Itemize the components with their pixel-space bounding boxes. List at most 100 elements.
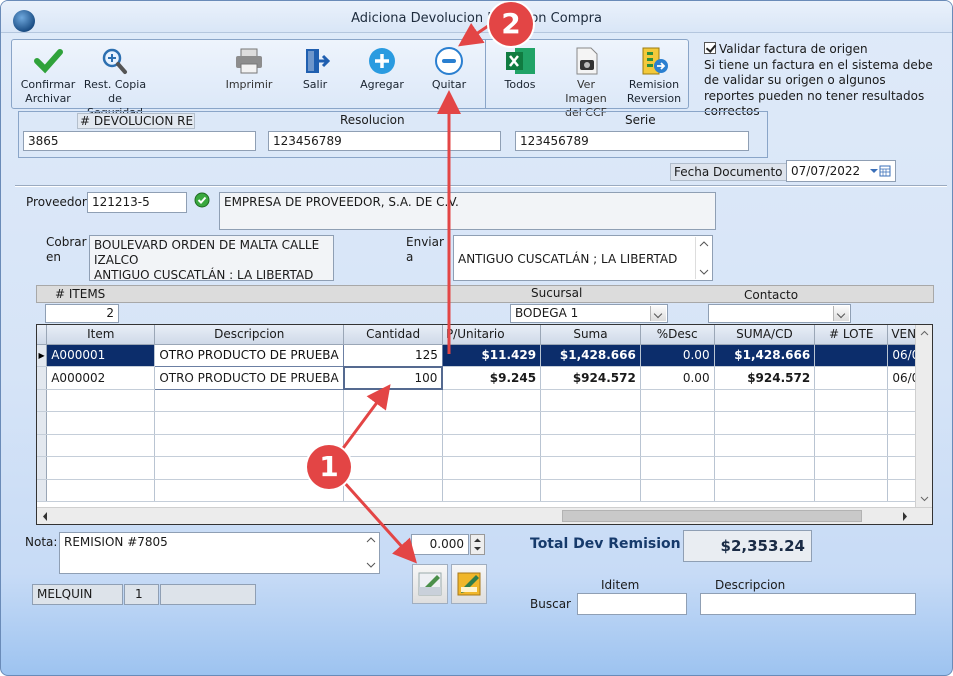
cell-descripcion[interactable]: OTRO PRODUCTO DE PRUEBA	[154, 343, 345, 367]
salir-button[interactable]: Salir	[292, 42, 338, 92]
ver-imagen-ccf-button[interactable]: Ver Imagen del CCF	[556, 42, 616, 120]
resolucion-field[interactable]: 123456789	[268, 131, 501, 151]
iditem-label: Iditem	[601, 578, 640, 592]
pencil-yellow-doc-icon	[457, 572, 481, 596]
cell-descripcion[interactable]: OTRO PRODUCTO DE PRUEBA	[154, 366, 345, 390]
table-row[interactable]: ▶ A000001 OTRO PRODUCTO DE PRUEBA 125 $1…	[37, 343, 932, 367]
cell-lote[interactable]	[814, 344, 889, 367]
descripcion-search-input[interactable]	[700, 593, 916, 615]
table-row-empty[interactable]	[37, 411, 932, 435]
magnifier-plus-icon	[98, 46, 132, 76]
edit-note-button[interactable]	[412, 564, 448, 604]
quitar-label: Quitar	[431, 78, 467, 91]
table-row-empty[interactable]	[37, 389, 932, 412]
fecha-documento-label: Fecha Documento	[670, 163, 787, 181]
total-value-field: $2,353.24	[683, 530, 812, 562]
resolucion-label: Resolucion	[340, 113, 405, 127]
items-table: Item Descripcion Cantidad P/Unitario Sum…	[37, 325, 932, 502]
proveedor-verified-icon[interactable]	[194, 192, 210, 208]
agregar-label: Agregar	[360, 78, 404, 91]
document-arrow-icon	[637, 46, 671, 76]
validar-factura-checkbox[interactable]: Validar factura de origen	[704, 42, 939, 58]
cell-suma-cd[interactable]: $924.572	[714, 366, 816, 390]
table-row-empty[interactable]	[37, 434, 932, 457]
cell-punitario[interactable]: $11.429	[442, 344, 542, 367]
proveedor-label: Proveedor	[26, 195, 87, 209]
scroll-arrows-icon[interactable]	[916, 325, 933, 507]
scroll-arrows-icon[interactable]	[37, 508, 932, 525]
cell-item[interactable]: A000001	[46, 344, 156, 367]
proveedor-name-field[interactable]: EMPRESA DE PROVEEDOR, S.A. DE C.V.	[219, 192, 716, 230]
table-row-empty[interactable]	[37, 479, 932, 502]
sucursal-select[interactable]: BODEGA 1	[510, 304, 668, 323]
cell-punitario[interactable]: $9.245	[442, 366, 542, 390]
chevron-down-icon[interactable]	[650, 306, 666, 321]
enviar-address-field[interactable]: ANTIGUO CUSCATLÁN ; LA LIBERTAD	[453, 235, 713, 281]
cell-item[interactable]: A000002	[46, 366, 156, 390]
proveedor-code-field[interactable]: 121213-5	[87, 192, 187, 213]
agregar-button[interactable]: Agregar	[356, 42, 408, 92]
descuento-spinner-field[interactable]: 0.000	[411, 534, 469, 555]
col-header[interactable]: Descripcion	[154, 325, 345, 345]
devolucion-num-label: # DEVOLUCION REM	[77, 113, 195, 129]
checkbox-checked-icon[interactable]	[704, 42, 716, 54]
cell-suma-cd[interactable]: $1,428.666	[714, 344, 816, 367]
cell-suma[interactable]: $924.572	[540, 366, 641, 390]
col-header[interactable]: Suma	[540, 325, 641, 345]
chevron-down-icon[interactable]	[833, 306, 849, 321]
edit-document-button[interactable]	[451, 564, 487, 604]
row-selector[interactable]	[37, 366, 48, 390]
toolbar-separator	[485, 40, 486, 108]
devolucion-num-field[interactable]: 3865	[23, 131, 256, 151]
calendar-dropdown-icon[interactable]	[869, 165, 891, 178]
col-header[interactable]: # LOTE	[814, 325, 889, 345]
nota-field[interactable]: REMISION #7805	[59, 532, 380, 574]
checkmark-icon	[31, 46, 65, 76]
descripcion-search-label: Descripcion	[715, 578, 786, 592]
confirmar-label: Confirmar Archivar	[20, 78, 76, 105]
grid-horizontal-scrollbar[interactable]	[37, 507, 932, 524]
confirmar-archivar-button[interactable]: Confirmar Archivar	[18, 42, 78, 106]
main-window: Adiciona Devolucion Remision Compra Conf…	[0, 0, 953, 676]
table-row[interactable]: A000002 OTRO PRODUCTO DE PRUEBA 100 $9.2…	[37, 365, 932, 390]
cell-lote[interactable]	[814, 366, 889, 390]
remision-reversion-button[interactable]: Remision Reversion	[624, 42, 684, 106]
imprimir-button[interactable]: Imprimir	[224, 42, 274, 92]
excel-icon	[503, 46, 537, 76]
cell-suma[interactable]: $1,428.666	[540, 344, 641, 367]
sucursal-label: Sucursal	[531, 286, 583, 300]
fecha-documento-field[interactable]: 07/07/2022	[786, 160, 896, 182]
contacto-select[interactable]	[708, 304, 851, 323]
items-grid: Item Descripcion Cantidad P/Unitario Sum…	[36, 324, 933, 525]
row-selector-header	[37, 325, 48, 345]
serie-field[interactable]: 123456789	[515, 131, 749, 151]
spinner-arrows-icon[interactable]	[470, 534, 485, 555]
quitar-button[interactable]: Quitar	[426, 42, 472, 92]
cell-desc[interactable]: 0.00	[640, 344, 715, 367]
items-count-field: 2	[45, 304, 119, 323]
grid-header-row: Item Descripcion Cantidad P/Unitario Sum…	[37, 325, 932, 345]
row-pointer-icon[interactable]: ▶	[37, 344, 48, 367]
title-bar: Adiciona Devolucion Remision Compra	[1, 1, 952, 33]
iditem-search-input[interactable]	[577, 593, 687, 615]
user-field: MELQUIN	[32, 584, 123, 605]
grid-vertical-scrollbar[interactable]	[915, 325, 932, 507]
cell-desc[interactable]: 0.00	[640, 366, 715, 390]
col-header[interactable]: %Desc	[640, 325, 715, 345]
nota-scrollbar[interactable]	[363, 534, 379, 572]
toolbar: Confirmar Archivar Rest. Copia de Seguri…	[11, 39, 689, 119]
enviar-scrollbar[interactable]	[695, 237, 711, 279]
col-header[interactable]: SUMA/CD	[714, 325, 816, 345]
table-row-empty[interactable]	[37, 456, 932, 480]
todos-button[interactable]: Todos	[498, 42, 542, 92]
restore-backup-button[interactable]: Rest. Copia de Seguridad	[80, 42, 150, 120]
col-header[interactable]: Item	[46, 325, 156, 345]
col-header[interactable]: P/Unitario	[442, 325, 542, 345]
window-title: Adiciona Devolucion Remision Compra	[351, 11, 602, 26]
imprimir-label: Imprimir	[225, 78, 273, 91]
pencil-doc-icon	[418, 572, 442, 596]
col-header[interactable]: Cantidad	[343, 325, 443, 345]
cobrar-address-field[interactable]: BOULEVARD ORDEN DE MALTA CALLE IZALCO AN…	[89, 235, 334, 281]
cell-cantidad[interactable]: 100	[342, 365, 444, 390]
cell-cantidad[interactable]: 125	[343, 343, 443, 367]
